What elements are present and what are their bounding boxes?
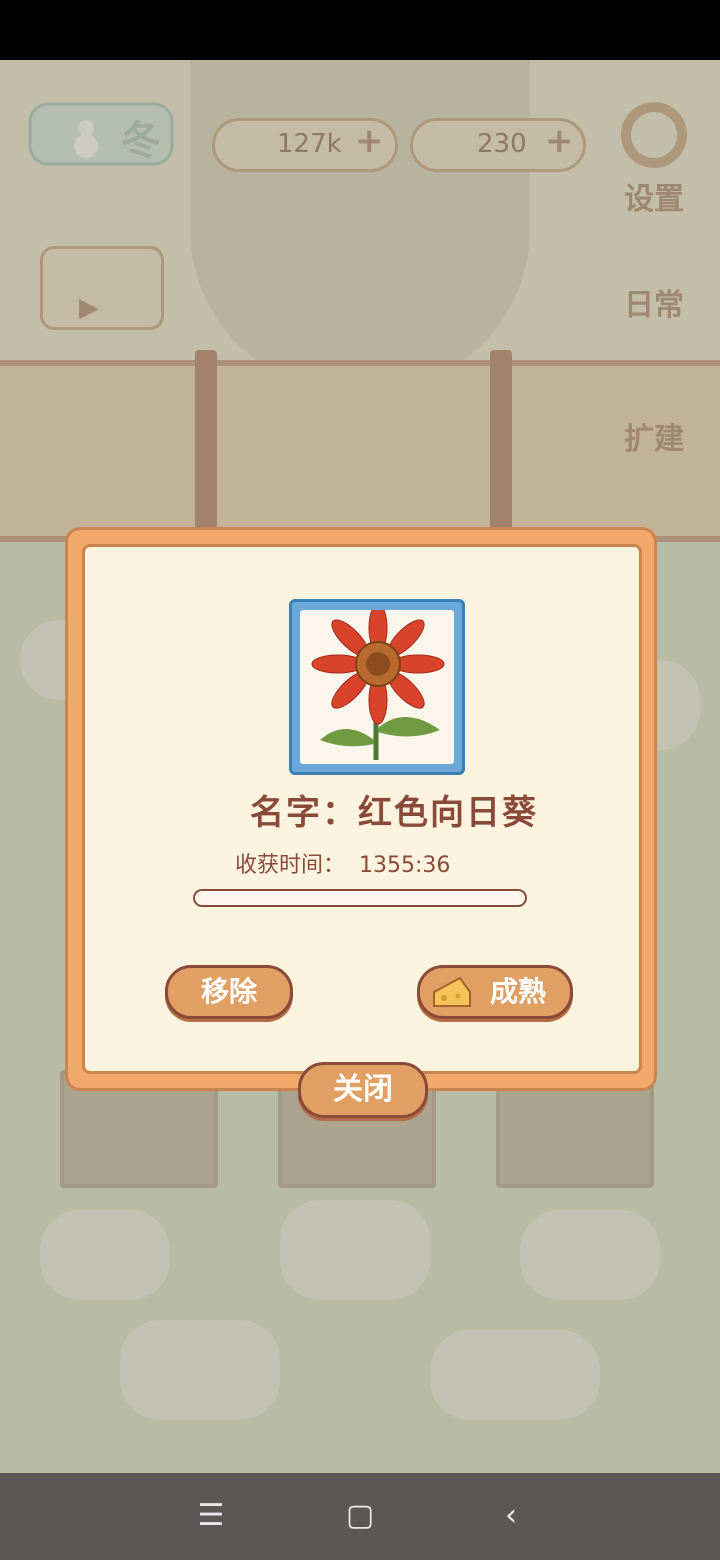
flower-image — [300, 603, 454, 764]
harvest-time-value: 1355:36 — [359, 853, 451, 878]
menu-icon[interactable]: ☰ — [188, 1493, 234, 1539]
mature-label: 成熟 — [489, 975, 546, 1008]
remove-button[interactable]: 移除 — [165, 965, 293, 1019]
close-button[interactable]: 关闭 — [298, 1062, 428, 1118]
back-icon[interactable]: ‹ — [488, 1493, 534, 1539]
mature-button[interactable]: 成熟 — [417, 965, 573, 1019]
plant-info-dialog: 名字：红色向日葵 收获时间： 1355:36 移除 成熟 — [68, 530, 654, 1088]
growth-progress-bar — [193, 889, 527, 907]
harvest-time-label: 收获时间： — [235, 853, 346, 878]
cheese-icon — [433, 976, 471, 1007]
home-icon[interactable]: ▢ — [337, 1493, 383, 1539]
red-sunflower-icon — [311, 603, 445, 760]
flower-image-frame — [289, 599, 465, 775]
harvest-time-row: 收获时间： 1355:36 — [235, 847, 450, 879]
dialog-panel: 名字：红色向日葵 收获时间： 1355:36 移除 成熟 — [82, 544, 642, 1074]
plant-name: 名字：红色向日葵 — [250, 793, 538, 833]
status-bar — [0, 0, 720, 60]
